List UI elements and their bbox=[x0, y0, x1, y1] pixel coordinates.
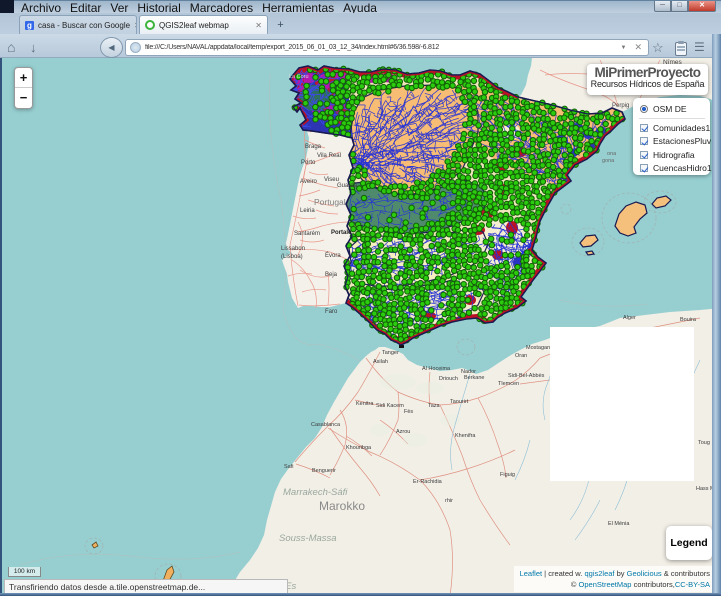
svg-text:Figuig: Figuig bbox=[500, 472, 515, 478]
svg-text:Lissabon: Lissabon bbox=[281, 246, 305, 252]
svg-text:Hass M: Hass M bbox=[696, 486, 712, 492]
svg-text:Souss-Massa: Souss-Massa bbox=[279, 533, 337, 544]
svg-text:Tanger: Tanger bbox=[382, 350, 399, 356]
svg-text:Er-Rachidia: Er-Rachidia bbox=[413, 479, 443, 485]
svg-text:Toug: Toug bbox=[698, 440, 710, 446]
svg-text:rhir: rhir bbox=[445, 498, 453, 504]
svg-text:Driouch: Driouch bbox=[439, 376, 458, 382]
svg-text:Portugal: Portugal bbox=[314, 197, 346, 207]
svg-text:Asilah: Asilah bbox=[373, 359, 388, 365]
svg-text:Sidi-Bel-Abbès: Sidi-Bel-Abbès bbox=[508, 373, 545, 379]
svg-text:Taourirt: Taourirt bbox=[450, 399, 469, 405]
svg-text:Azrou: Azrou bbox=[396, 429, 410, 435]
svg-text:Safi: Safi bbox=[284, 464, 293, 470]
svg-text:Perpig: Perpig bbox=[612, 103, 629, 109]
svg-text:Casablanca: Casablanca bbox=[311, 422, 341, 428]
svg-text:gona: gona bbox=[602, 158, 615, 164]
svg-text:Sidi Kacem: Sidi Kacem bbox=[376, 403, 404, 409]
svg-text:Berkane: Berkane bbox=[464, 375, 485, 381]
svg-text:Aveiro: Aveiro bbox=[300, 179, 318, 185]
svg-text:Kenitra: Kenitra bbox=[356, 401, 374, 407]
svg-text:Bouira: Bouira bbox=[680, 317, 697, 323]
svg-text:Braga: Braga bbox=[305, 144, 322, 150]
svg-text:El Ménia: El Ménia bbox=[608, 521, 630, 527]
svg-text:Khouribga: Khouribga bbox=[346, 445, 372, 451]
svg-text:Portale: Portale bbox=[331, 230, 352, 236]
svg-text:Beja: Beja bbox=[325, 272, 338, 278]
svg-text:Khenifra: Khenifra bbox=[455, 433, 476, 439]
svg-text:Taza: Taza bbox=[428, 403, 441, 409]
svg-text:Marokko: Marokko bbox=[319, 499, 365, 513]
svg-text:Tlemcen: Tlemcen bbox=[498, 381, 519, 387]
svg-text:Nador: Nador bbox=[461, 369, 476, 375]
svg-text:Vila Real: Vila Real bbox=[317, 153, 341, 159]
svg-text:Évora: Évora bbox=[325, 252, 341, 259]
svg-text:Santarém: Santarém bbox=[294, 231, 320, 237]
svg-text:ona: ona bbox=[607, 151, 617, 157]
svg-text:La Coru: La Coru bbox=[289, 74, 309, 80]
svg-text:Guarda: Guarda bbox=[337, 183, 358, 189]
svg-text:Faro: Faro bbox=[325, 309, 338, 315]
svg-text:Benguerir: Benguerir bbox=[312, 468, 336, 474]
svg-text:Al Hoceima: Al Hoceima bbox=[422, 366, 451, 372]
svg-text:Fès: Fès bbox=[404, 409, 413, 415]
svg-text:Marrakech-Sáfi: Marrakech-Sáfi bbox=[283, 487, 348, 498]
svg-text:(Lisboa): (Lisboa) bbox=[281, 254, 303, 260]
svg-text:Oran: Oran bbox=[515, 353, 527, 359]
svg-text:Porto: Porto bbox=[301, 160, 316, 166]
svg-text:Leiria: Leiria bbox=[300, 208, 315, 214]
svg-text:Alger: Alger bbox=[623, 315, 636, 321]
